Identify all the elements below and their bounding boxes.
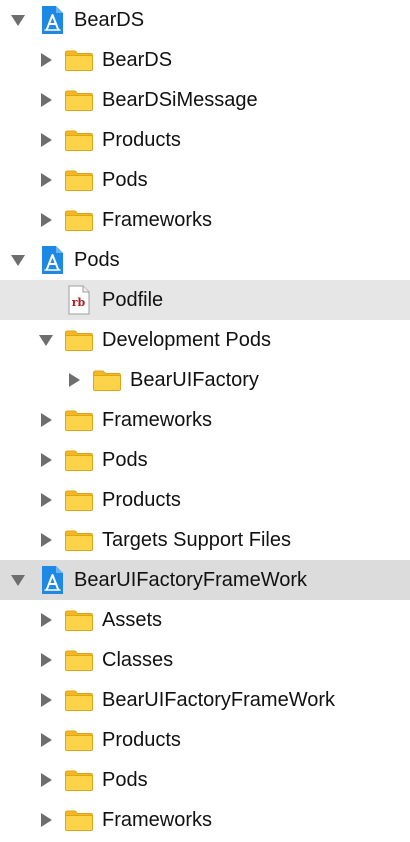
disclosure-triangle-down-icon[interactable] xyxy=(9,560,27,600)
group-pods[interactable]: Pods xyxy=(0,760,410,800)
group-products[interactable]: Products xyxy=(0,480,410,520)
folder-icon xyxy=(64,440,94,480)
folder-icon xyxy=(92,360,122,400)
xcode-project-icon xyxy=(38,560,66,600)
tree-item-label: Pods xyxy=(102,169,148,191)
tree-item-label: Products xyxy=(102,489,181,511)
tree-item-label: Products xyxy=(102,129,181,151)
group-frameworks[interactable]: Frameworks xyxy=(0,200,410,240)
disclosure-triangle-right-icon[interactable] xyxy=(37,800,55,840)
group-pods[interactable]: Pods xyxy=(0,160,410,200)
tree-item-label: Frameworks xyxy=(102,209,213,231)
project-pods[interactable]: Pods xyxy=(0,240,410,280)
project-beards[interactable]: BearDS xyxy=(0,0,410,40)
xcode-project-icon xyxy=(38,0,66,40)
disclosure-triangle-right-icon[interactable] xyxy=(37,720,55,760)
disclosure-triangle-down-icon[interactable] xyxy=(9,0,27,40)
folder-icon xyxy=(64,400,94,440)
folder-icon xyxy=(64,520,94,560)
file-podfile[interactable]: rb Podfile xyxy=(0,280,410,320)
disclosure-triangle-right-icon[interactable] xyxy=(37,760,55,800)
group-frameworks[interactable]: Frameworks xyxy=(0,800,410,840)
tree-item-label: Assets xyxy=(102,609,163,631)
disclosure-triangle-right-icon[interactable] xyxy=(37,480,55,520)
tree-item-label: Frameworks xyxy=(102,409,213,431)
disclosure-triangle-right-icon[interactable] xyxy=(37,160,55,200)
folder-icon xyxy=(64,80,94,120)
group-products[interactable]: Products xyxy=(0,720,410,760)
folder-icon xyxy=(64,640,94,680)
group-pods[interactable]: Pods xyxy=(0,440,410,480)
disclosure-triangle-right-icon[interactable] xyxy=(37,440,55,480)
xcode-project-icon xyxy=(38,240,66,280)
tree-item-label: Pods xyxy=(74,249,120,271)
group-beards[interactable]: BearDS xyxy=(0,40,410,80)
disclosure-triangle-down-icon[interactable] xyxy=(37,320,55,360)
group-bearuifactory[interactable]: BearUIFactory xyxy=(0,360,410,400)
disclosure-triangle-right-icon[interactable] xyxy=(37,400,55,440)
disclosure-triangle-right-icon[interactable] xyxy=(37,520,55,560)
tree-item-label: BearUIFactoryFrameWork xyxy=(74,569,308,591)
tree-item-label: BearUIFactoryFrameWork xyxy=(102,689,336,711)
folder-icon xyxy=(64,40,94,80)
group-frameworks[interactable]: Frameworks xyxy=(0,400,410,440)
tree-item-label: BearUIFactory xyxy=(130,369,259,391)
ruby-file-icon: rb xyxy=(64,280,94,320)
group-bearuifactoryframework[interactable]: BearUIFactoryFrameWork xyxy=(0,680,410,720)
tree-item-label: Pods xyxy=(102,449,148,471)
disclosure-triangle-right-icon[interactable] xyxy=(37,200,55,240)
tree-item-label: Targets Support Files xyxy=(102,529,291,551)
folder-icon xyxy=(64,480,94,520)
tree-item-label: Podfile xyxy=(102,289,164,311)
folder-icon xyxy=(64,800,94,840)
folder-icon xyxy=(64,120,94,160)
tree-item-label: Classes xyxy=(102,649,174,671)
tree-item-label: Products xyxy=(102,729,181,751)
disclosure-triangle-right-icon[interactable] xyxy=(37,80,55,120)
folder-icon xyxy=(64,600,94,640)
group-beardsimessage[interactable]: BearDSiMessage xyxy=(0,80,410,120)
folder-icon xyxy=(64,320,94,360)
tree-item-label: BearDS xyxy=(74,9,145,31)
group-assets[interactable]: Assets xyxy=(0,600,410,640)
project-navigator[interactable]: BearDS BearDS BearDSiMessage Products Pods Fr… xyxy=(0,0,410,842)
folder-icon xyxy=(64,760,94,800)
tree-item-label: BearDSiMessage xyxy=(102,89,258,111)
folder-icon xyxy=(64,200,94,240)
tree-item-label: Pods xyxy=(102,769,148,791)
folder-icon xyxy=(64,160,94,200)
disclosure-triangle-right-icon[interactable] xyxy=(65,360,83,400)
disclosure-triangle-right-icon[interactable] xyxy=(37,40,55,80)
disclosure-triangle-right-icon[interactable] xyxy=(37,640,55,680)
group-classes[interactable]: Classes xyxy=(0,640,410,680)
project-bearuifactoryframework[interactable]: BearUIFactoryFrameWork xyxy=(0,560,410,600)
group-development-pods[interactable]: Development Pods xyxy=(0,320,410,360)
folder-icon xyxy=(64,680,94,720)
disclosure-triangle-right-icon[interactable] xyxy=(37,680,55,720)
disclosure-triangle-right-icon[interactable] xyxy=(37,600,55,640)
disclosure-triangle-right-icon[interactable] xyxy=(37,120,55,160)
tree-item-label: BearDS xyxy=(102,49,173,71)
folder-icon xyxy=(64,720,94,760)
group-products[interactable]: Products xyxy=(0,120,410,160)
group-targets-support-files[interactable]: Targets Support Files xyxy=(0,520,410,560)
svg-text:rb: rb xyxy=(72,296,86,309)
disclosure-triangle-down-icon[interactable] xyxy=(9,240,27,280)
tree-item-label: Frameworks xyxy=(102,809,213,831)
tree-item-label: Development Pods xyxy=(102,329,271,351)
